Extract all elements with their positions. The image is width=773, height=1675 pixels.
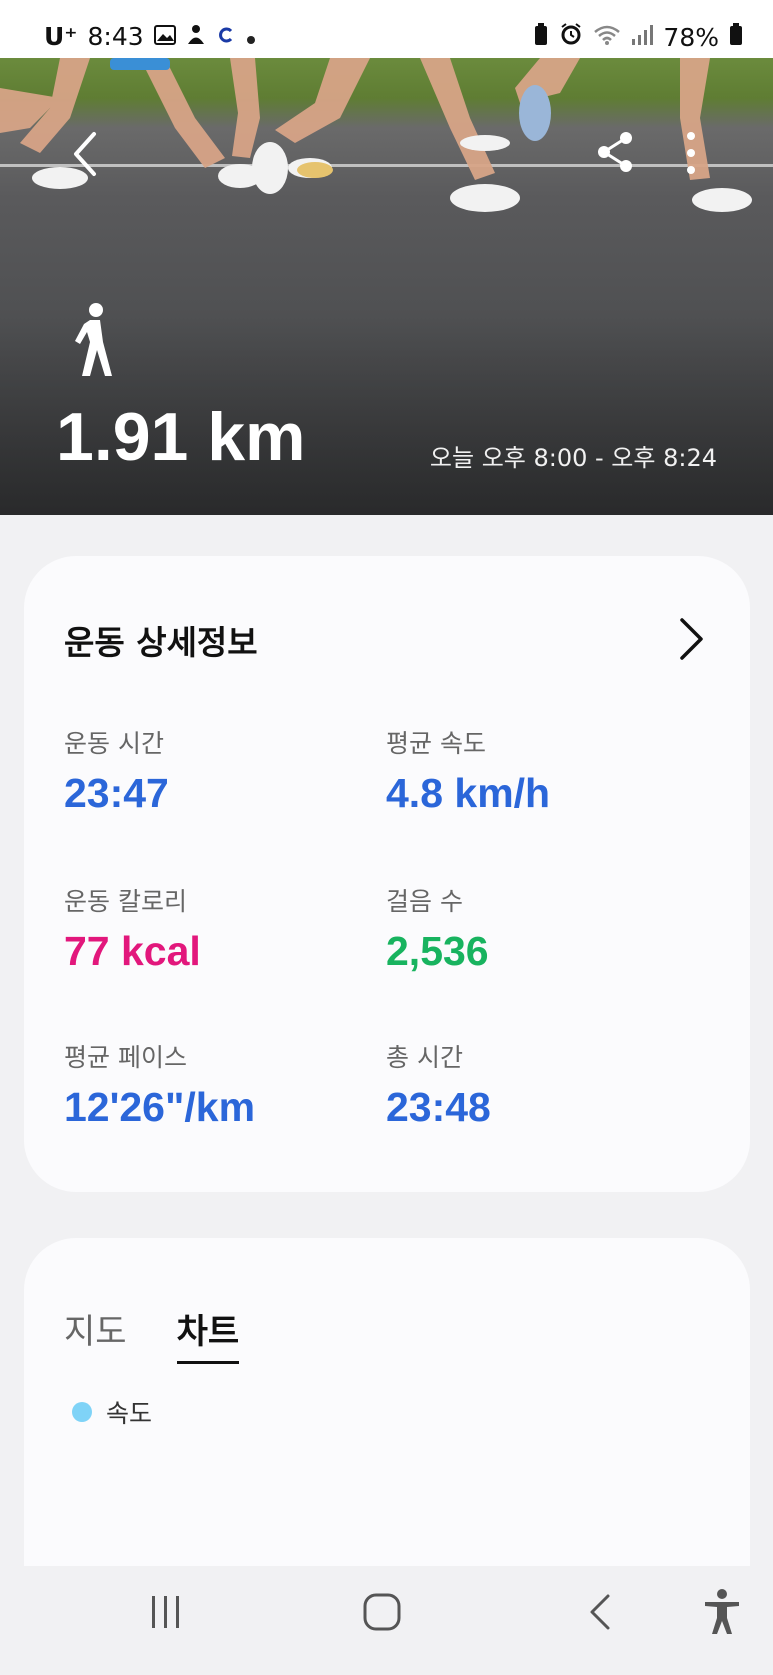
chevron-right-icon <box>680 618 703 660</box>
more-vert-icon <box>687 132 695 174</box>
recents-icon <box>152 1596 179 1628</box>
tab-chart[interactable]: 차트 <box>176 1304 240 1364</box>
metric-value: 2,536 <box>386 928 489 974</box>
share-icon <box>598 132 632 172</box>
accessibility-button[interactable] <box>702 1588 742 1636</box>
status-right: 78% <box>533 22 743 52</box>
walk-icon <box>70 302 118 378</box>
chevron-left-icon <box>74 132 96 176</box>
accessibility-icon <box>705 1589 739 1634</box>
status-bar: U⁺ 8:43 78% <box>0 0 773 58</box>
c-app-icon <box>216 22 236 51</box>
dot-icon <box>246 22 256 51</box>
clock: 8:43 <box>87 22 144 51</box>
metric-label: 운동 시간 <box>64 729 164 758</box>
nav-back-button[interactable] <box>586 1592 614 1632</box>
metric-label: 평균 속도 <box>386 729 486 758</box>
exercise-hero-image: 1.91 km 오늘 오후 8:00 - 오후 8:24 <box>0 58 773 515</box>
tab-map[interactable]: 지도 <box>64 1304 127 1364</box>
metric-avg-pace: 평균 페이스 12'26"/km <box>64 1038 255 1131</box>
view-tabs: 지도 차트 <box>64 1304 240 1364</box>
distance-value: 1.91 km <box>56 399 306 475</box>
battery-percent: 78% <box>663 22 719 52</box>
metric-label: 걸음 수 <box>386 887 463 916</box>
carrier-label: U⁺ <box>44 22 78 51</box>
metric-exercise-time: 운동 시간 23:47 <box>64 724 169 817</box>
metric-total-time: 총 시간 23:48 <box>386 1038 491 1131</box>
chart-legend: 속도 <box>72 1394 152 1430</box>
exercise-details-card: 운동 상세정보 운동 시간 23:47 평균 속도 4.8 km/h 운동 칼로… <box>24 556 750 1192</box>
metric-value: 12'26"/km <box>64 1084 256 1130</box>
exercise-time-range: 오늘 오후 8:00 - 오후 8:24 <box>429 444 717 472</box>
metric-calories: 운동 칼로리 77 kcal <box>64 882 201 975</box>
alarm-icon <box>559 22 583 52</box>
home-icon <box>363 1593 401 1631</box>
metric-value: 23:47 <box>64 770 169 816</box>
share-button[interactable] <box>594 128 636 176</box>
battery-saver-icon <box>533 22 549 52</box>
metric-value: 77 kcal <box>64 928 201 974</box>
status-left: U⁺ 8:43 <box>44 22 256 51</box>
metric-avg-speed: 평균 속도 4.8 km/h <box>386 724 550 817</box>
legend-label: 속도 <box>106 1399 153 1428</box>
recents-button[interactable] <box>146 1592 186 1632</box>
legend-dot <box>72 1402 92 1422</box>
gallery-icon <box>153 22 176 51</box>
metric-label: 운동 칼로리 <box>64 887 187 916</box>
metric-label: 평균 페이스 <box>64 1043 187 1072</box>
metric-value: 4.8 km/h <box>386 770 551 816</box>
wifi-icon <box>593 23 621 52</box>
details-title: 운동 상세정보 <box>64 623 258 662</box>
user-icon <box>186 22 206 51</box>
back-button[interactable] <box>64 126 108 182</box>
map-chart-card: 지도 차트 속도 <box>24 1238 750 1568</box>
metric-value: 23:48 <box>386 1084 491 1130</box>
metric-steps: 걸음 수 2,536 <box>386 882 489 975</box>
back-icon <box>590 1594 610 1630</box>
system-nav-bar <box>0 1566 773 1675</box>
home-button[interactable] <box>362 1592 402 1632</box>
battery-icon <box>729 22 743 52</box>
more-options-button[interactable] <box>676 128 706 178</box>
signal-icon <box>631 23 654 52</box>
metric-label: 총 시간 <box>386 1043 463 1072</box>
details-open-button[interactable] <box>676 616 706 662</box>
